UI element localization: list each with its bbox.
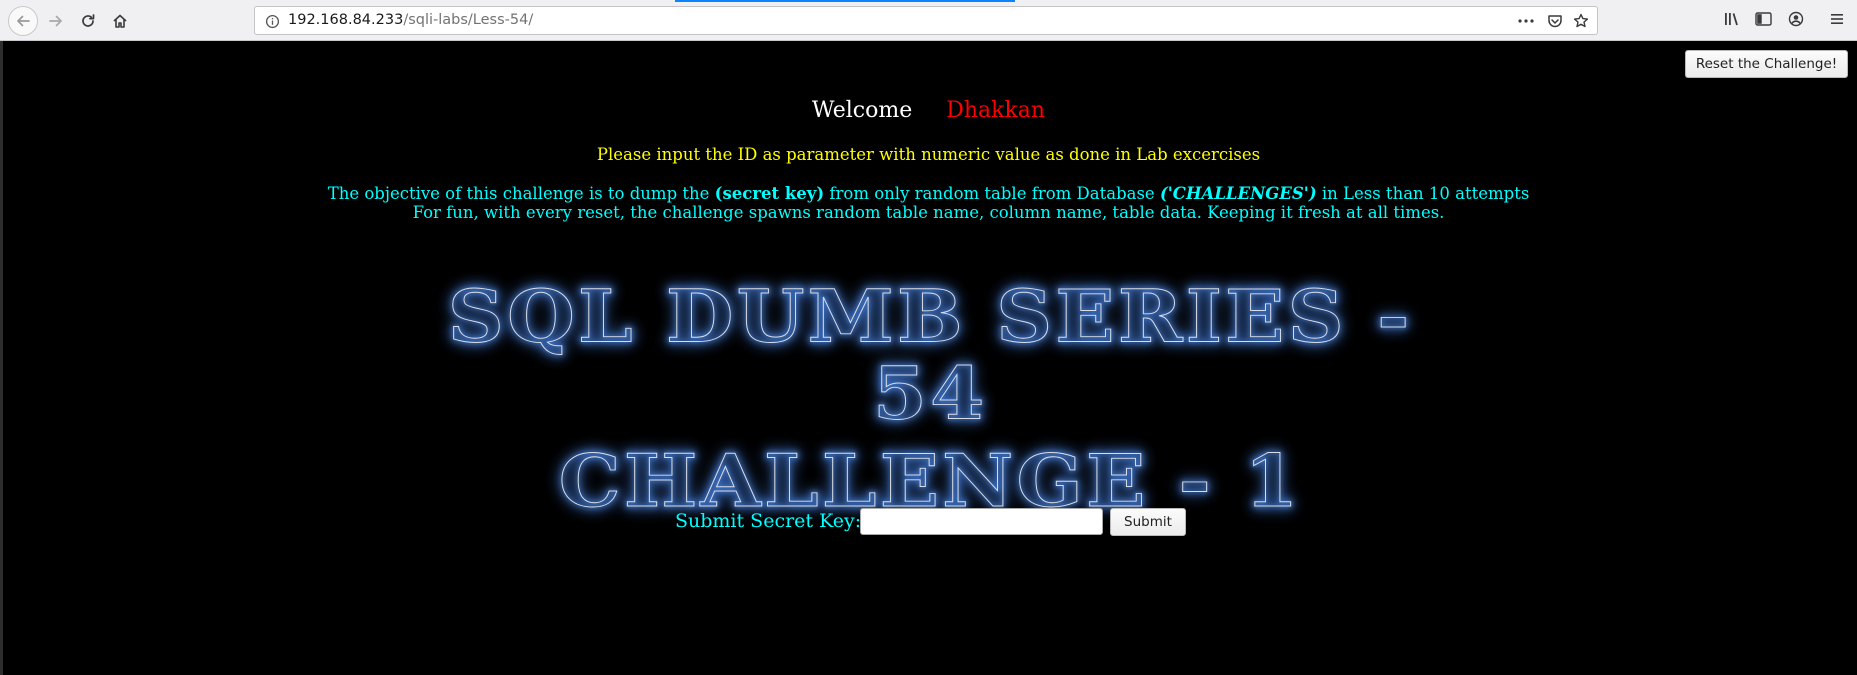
objective-part3: in Less than 10 attempts (1316, 184, 1530, 203)
secret-key-input[interactable] (860, 508, 1103, 535)
url-host: 192.168.84.233 (288, 12, 404, 28)
window-edge (0, 41, 3, 675)
secret-key-form: Submit Secret Key: Submit (675, 506, 1195, 538)
active-tab-indicator (675, 0, 1015, 2)
menu-icon[interactable] (1829, 11, 1845, 27)
objective-part2: from only random table from Database (824, 184, 1160, 203)
welcome-heading: Welcome Dhakkan (0, 98, 1857, 123)
submit-secret-key-label: Submit Secret Key: (675, 510, 862, 532)
fun-note-text: For fun, with every reset, the challenge… (412, 203, 1445, 222)
bookmark-star-icon[interactable] (1573, 13, 1589, 29)
sidebar-icon[interactable] (1755, 11, 1772, 27)
welcome-label: Welcome (811, 98, 913, 123)
reload-icon (82, 14, 95, 27)
database-name: ('CHALLENGES') (1159, 184, 1317, 203)
submit-button[interactable]: Submit (1110, 508, 1186, 536)
objective-part1: The objective of this challenge is to du… (327, 184, 715, 203)
info-icon[interactable] (265, 14, 280, 29)
banner-title-line: SQL DUMB SERIES - 54 (447, 275, 1413, 437)
objective-text: The objective of this challenge is to du… (0, 184, 1857, 203)
instruction-text: Please input the ID as parameter with nu… (596, 145, 1261, 164)
home-button[interactable] (106, 7, 134, 35)
welcome-user: Dhakkan (946, 98, 1046, 123)
back-button[interactable] (8, 6, 38, 36)
forward-arrow-icon (49, 15, 62, 27)
secret-key-phrase: (secret key) (714, 184, 825, 203)
url-text[interactable]: 192.168.84.233/sqli-labs/Less-54/ (288, 7, 533, 34)
back-arrow-icon (17, 15, 30, 27)
pocket-icon[interactable] (1547, 13, 1563, 29)
url-path: /sqli-labs/Less-54/ (403, 12, 534, 28)
reset-challenge-button[interactable]: Reset the Challenge! (1685, 50, 1848, 78)
challenge-banner-image: SQL DUMB SERIES - 54 CHALLENGE - 1 (380, 272, 1480, 521)
home-icon (113, 14, 127, 28)
url-bar[interactable]: 192.168.84.233/sqli-labs/Less-54/ (254, 6, 1598, 35)
account-icon[interactable] (1788, 11, 1804, 27)
more-dots-icon[interactable] (1517, 13, 1535, 29)
reload-button[interactable] (74, 7, 102, 35)
library-icon[interactable] (1724, 11, 1742, 27)
forward-button[interactable] (42, 7, 70, 35)
browser-toolbar: 192.168.84.233/sqli-labs/Less-54/ (0, 0, 1857, 41)
